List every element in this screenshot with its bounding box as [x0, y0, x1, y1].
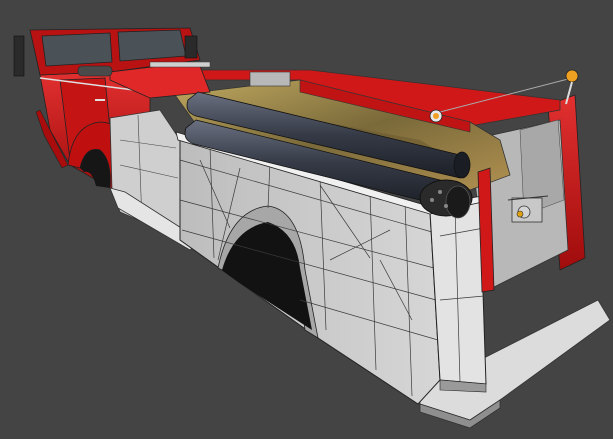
right-mirror: [184, 35, 198, 59]
bed-box: [249, 71, 291, 87]
windshield-right: [117, 29, 187, 62]
3d-viewport[interactable]: [0, 0, 613, 439]
top-chrome-rail: [149, 61, 211, 68]
left-mirror: [13, 35, 25, 77]
windshield-left: [41, 32, 113, 67]
body-rear-face: [429, 199, 487, 385]
pump-fittings: [507, 195, 549, 223]
cab-top-cylinder: [77, 65, 113, 77]
fire-truck-model: [13, 27, 611, 429]
